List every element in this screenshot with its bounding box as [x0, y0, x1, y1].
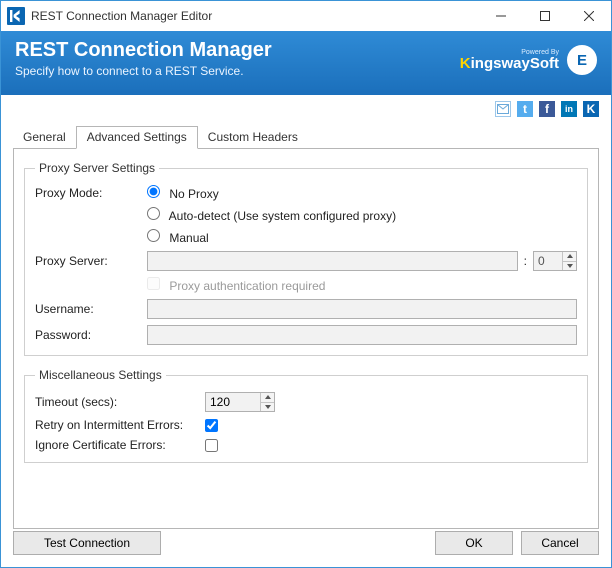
tab-custom-headers[interactable]: Custom Headers: [198, 127, 308, 148]
proxy-username-input[interactable]: [147, 299, 577, 319]
misc-settings-group: Miscellaneous Settings Timeout (secs): R…: [24, 368, 588, 463]
proxy-mode-manual-radio[interactable]: [147, 229, 160, 242]
retry-checkbox[interactable]: [205, 419, 218, 432]
cancel-button[interactable]: Cancel: [521, 531, 599, 555]
test-connection-button[interactable]: Test Connection: [13, 531, 161, 555]
header-banner: REST Connection Manager Specify how to c…: [1, 31, 611, 95]
proxy-mode-manual-label: Manual: [169, 231, 208, 245]
kingswaysoft-icon[interactable]: K: [583, 101, 599, 117]
brand-block: Powered By KingswaySoft E: [460, 45, 597, 75]
proxy-mode-no-proxy-radio[interactable]: [147, 185, 160, 198]
proxy-auth-required[interactable]: Proxy authentication required: [147, 277, 325, 293]
proxy-password-input[interactable]: [147, 325, 577, 345]
proxy-mode-no-proxy[interactable]: No Proxy: [147, 185, 219, 201]
brand-circle-icon: E: [567, 45, 597, 75]
ignore-cert-checkbox[interactable]: [205, 439, 218, 452]
proxy-server-input[interactable]: [147, 251, 518, 271]
proxy-port-down-icon[interactable]: [563, 262, 576, 271]
proxy-port-stepper[interactable]: [533, 251, 577, 271]
timeout-down-icon[interactable]: [261, 403, 274, 412]
proxy-mode-auto[interactable]: Auto-detect (Use system configured proxy…: [147, 207, 396, 223]
tab-general[interactable]: General: [13, 127, 76, 148]
proxy-password-label: Password:: [35, 328, 147, 342]
share-bar: t f in K: [1, 95, 611, 123]
tab-row: General Advanced Settings Custom Headers: [13, 125, 599, 149]
proxy-settings-legend: Proxy Server Settings: [35, 161, 159, 175]
ok-button[interactable]: OK: [435, 531, 513, 555]
proxy-username-label: Username:: [35, 302, 147, 316]
proxy-mode-label: Proxy Mode:: [35, 186, 147, 200]
tab-advanced-settings[interactable]: Advanced Settings: [76, 126, 198, 149]
kingswaysoft-logo: Powered By KingswaySoft: [460, 49, 559, 71]
proxy-port-up-icon[interactable]: [563, 252, 576, 262]
brand-name: KingswaySoft: [460, 56, 559, 71]
minimize-button[interactable]: [479, 1, 523, 31]
window-title: REST Connection Manager Editor: [31, 9, 479, 23]
tab-panel-advanced: Proxy Server Settings Proxy Mode: No Pro…: [13, 149, 599, 529]
maximize-button[interactable]: [523, 1, 567, 31]
proxy-auth-checkbox[interactable]: [147, 277, 160, 290]
twitter-icon[interactable]: t: [517, 101, 533, 117]
facebook-icon[interactable]: f: [539, 101, 555, 117]
timeout-stepper[interactable]: [205, 392, 275, 412]
proxy-mode-auto-label: Auto-detect (Use system configured proxy…: [169, 209, 396, 223]
misc-settings-legend: Miscellaneous Settings: [35, 368, 166, 382]
proxy-mode-auto-radio[interactable]: [147, 207, 160, 220]
linkedin-icon[interactable]: in: [561, 101, 577, 117]
mail-icon[interactable]: [495, 101, 511, 117]
proxy-settings-group: Proxy Server Settings Proxy Mode: No Pro…: [24, 161, 588, 356]
button-bar: Test Connection OK Cancel: [13, 531, 599, 555]
content-area: General Advanced Settings Custom Headers…: [1, 123, 611, 533]
retry-label: Retry on Intermittent Errors:: [35, 418, 205, 432]
proxy-mode-manual[interactable]: Manual: [147, 229, 209, 245]
proxy-mode-no-proxy-label: No Proxy: [169, 187, 218, 201]
ignore-cert-label: Ignore Certificate Errors:: [35, 438, 205, 452]
timeout-label: Timeout (secs):: [35, 395, 205, 409]
titlebar: REST Connection Manager Editor: [1, 1, 611, 31]
close-button[interactable]: [567, 1, 611, 31]
proxy-port-separator: :: [524, 254, 527, 268]
app-logo-icon: [7, 7, 25, 25]
timeout-up-icon[interactable]: [261, 393, 274, 403]
proxy-auth-label: Proxy authentication required: [169, 279, 325, 293]
proxy-server-label: Proxy Server:: [35, 254, 147, 268]
